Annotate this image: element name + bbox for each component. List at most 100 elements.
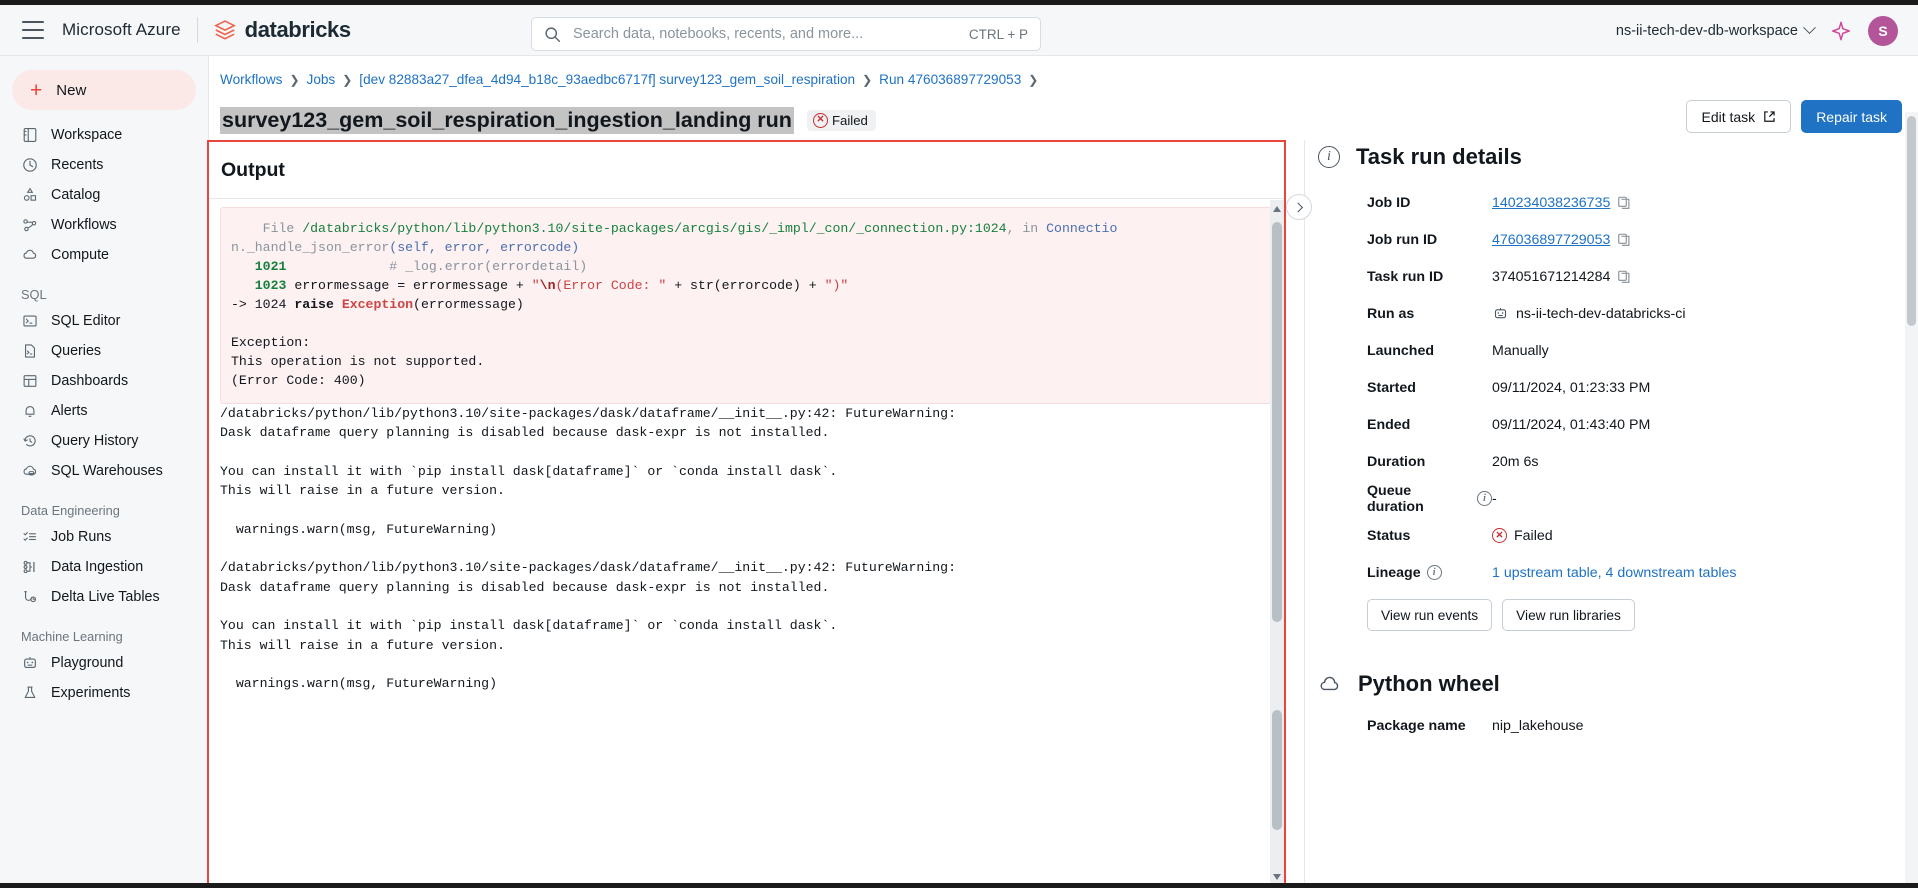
output-scroll-thumb-lower[interactable] [1272, 710, 1282, 830]
page-scrollbar[interactable] [1905, 112, 1918, 888]
output-panel: Output File /databricks/python/lib/pytho… [207, 140, 1286, 888]
status-badge: ✕ Failed [806, 109, 876, 131]
sidebar-item-label: Alerts [51, 403, 88, 419]
sidebar-item-recents[interactable]: Recents [10, 150, 198, 180]
sidebar-item-catalog[interactable]: Catalog [10, 180, 198, 210]
detail-key: Lineage i [1367, 565, 1492, 581]
top-header: Microsoft Azure databricks CTRL + P [0, 5, 1918, 56]
sidebar-item-workspace[interactable]: Workspace [10, 120, 198, 150]
search-input[interactable] [571, 25, 959, 43]
python-wheel-heading-row: Python wheel [1318, 671, 1904, 697]
output-body[interactable]: File /databricks/python/lib/python3.10/s… [209, 200, 1284, 886]
detail-key: Job ID [1367, 194, 1411, 211]
search-shortcut-hint: CTRL + P [968, 26, 1028, 42]
copy-icon[interactable] [1617, 195, 1631, 210]
bell-icon [21, 403, 38, 420]
query-file-icon [21, 343, 38, 360]
lineage-link[interactable]: 1 upstream table, 4 downstream tables [1492, 565, 1736, 581]
avatar[interactable]: S [1868, 15, 1898, 46]
detail-value: 374051671214284 [1492, 269, 1631, 285]
external-link-icon [1764, 111, 1775, 122]
new-button-label: New [56, 81, 87, 99]
workspace-selector[interactable]: ns-ii-tech-dev-db-workspace [1615, 21, 1816, 39]
copy-icon[interactable] [1617, 232, 1631, 247]
sidebar-item-label: Experiments [51, 685, 131, 701]
view-run-events-button[interactable]: View run events [1367, 599, 1493, 631]
info-icon[interactable]: i [1426, 565, 1442, 580]
job-id-link[interactable]: 140234038236735 [1492, 195, 1610, 211]
title-actions: Edit task Repair task [1686, 100, 1902, 133]
sidebar-item-job-runs[interactable]: Job Runs [10, 522, 198, 552]
detail-row-duration: Duration 20m 6s [1305, 443, 1904, 480]
sidebar-item-label: Queries [51, 343, 102, 359]
sparkle-icon[interactable] [1830, 20, 1852, 42]
main-content: Workflows ❯ Jobs ❯ [dev 82883a27_dfea_4d… [207, 56, 1918, 888]
sidebar-item-workflows[interactable]: Workflows [10, 210, 198, 240]
sidebar-item-alerts[interactable]: Alerts [10, 396, 198, 426]
sidebar-item-label: Delta Live Tables [51, 589, 160, 605]
detail-row-status: Status ✕ Failed [1305, 517, 1904, 554]
repair-task-button[interactable]: Repair task [1801, 100, 1902, 133]
queue-duration-label: Queue duration [1367, 482, 1424, 515]
azure-label[interactable]: Microsoft Azure [62, 20, 181, 40]
collapse-panel-button[interactable] [1286, 194, 1312, 220]
global-search[interactable]: CTRL + P [531, 17, 1041, 51]
terminal-icon [21, 313, 38, 330]
output-heading: Output [221, 158, 285, 181]
detail-row-queue-duration: Queue duration i - [1305, 480, 1904, 517]
sidebar-item-data-ingestion[interactable]: Data Ingestion [10, 552, 198, 582]
breadcrumb: Workflows ❯ Jobs ❯ [dev 82883a27_dfea_4d… [220, 72, 1038, 87]
output-scrollbar[interactable] [1270, 200, 1284, 886]
new-button[interactable]: + New [12, 70, 196, 110]
page-scroll-thumb[interactable] [1907, 116, 1916, 326]
sidebar-item-experiments[interactable]: Experiments [10, 678, 198, 708]
sidebar-item-sql-editor[interactable]: SQL Editor [10, 306, 198, 336]
checklist-icon [21, 529, 38, 546]
sidebar-item-playground[interactable]: Playground [10, 648, 198, 678]
breadcrumb-run[interactable]: Run 476036897729053 [879, 72, 1021, 87]
python-wheel-heading: Python wheel [1358, 671, 1500, 696]
job-run-id-link[interactable]: 476036897729053 [1492, 232, 1610, 248]
breadcrumb-separator: ❯ [342, 72, 353, 87]
workspace-name: ns-ii-tech-dev-db-workspace [1615, 22, 1798, 39]
hamburger-icon[interactable] [22, 21, 44, 39]
sidebar-item-compute[interactable]: Compute [10, 240, 198, 270]
databricks-logo[interactable]: databricks [213, 17, 351, 43]
scroll-down-arrow-icon[interactable] [1273, 874, 1281, 880]
info-icon[interactable]: i [1477, 491, 1492, 506]
detail-value: ✕ Failed [1492, 528, 1553, 544]
breadcrumb-job[interactable]: [dev 82883a27_dfea_4d94_b18c_93aedbc6717… [359, 72, 855, 87]
sidebar-section-data-engineering: Data Engineering [21, 503, 120, 518]
breadcrumb-jobs[interactable]: Jobs [307, 72, 336, 87]
sidebar-item-dashboards[interactable]: Dashboards [10, 366, 198, 396]
copy-icon[interactable] [1617, 269, 1631, 284]
details-heading-row: i Task run details [1318, 144, 1904, 170]
detail-row-task-run-id: Task run ID 374051671214284 [1305, 258, 1904, 295]
scroll-up-arrow-icon[interactable] [1273, 206, 1281, 212]
sidebar-item-delta-live-tables[interactable]: Delta Live Tables [10, 582, 198, 612]
workspace-icon [21, 127, 38, 144]
view-run-libraries-button[interactable]: View run libraries [1502, 599, 1635, 631]
edit-task-button[interactable]: Edit task [1686, 100, 1792, 133]
breadcrumb-workflows[interactable]: Workflows [220, 72, 282, 87]
sidebar: + New Workspace Recents Catalog Workflow… [0, 56, 209, 883]
sidebar-item-label: Recents [51, 157, 104, 173]
detail-key: Run as [1367, 305, 1415, 322]
breadcrumb-separator: ❯ [1028, 72, 1039, 87]
output-header: Output [209, 142, 1284, 199]
output-scroll-thumb[interactable] [1272, 222, 1282, 622]
plus-icon: + [30, 78, 43, 102]
detail-row-job-id: Job ID 140234038236735 [1305, 184, 1904, 221]
sidebar-item-query-history[interactable]: Query History [10, 426, 198, 456]
repair-task-label: Repair task [1816, 108, 1887, 125]
task-run-id-value: 374051671214284 [1492, 268, 1611, 285]
run-as-value: ns-ii-tech-dev-databricks-ci [1516, 305, 1686, 322]
details-heading: Task run details [1356, 144, 1522, 169]
duration-value: 20m 6s [1492, 453, 1539, 470]
detail-key: Ended [1367, 416, 1411, 433]
sidebar-item-sql-warehouses[interactable]: SQL Warehouses [10, 456, 198, 486]
sidebar-item-label: Query History [51, 433, 139, 449]
detail-key: Package name [1367, 717, 1466, 734]
detail-key: Launched [1367, 342, 1435, 359]
sidebar-item-queries[interactable]: Queries [10, 336, 198, 366]
